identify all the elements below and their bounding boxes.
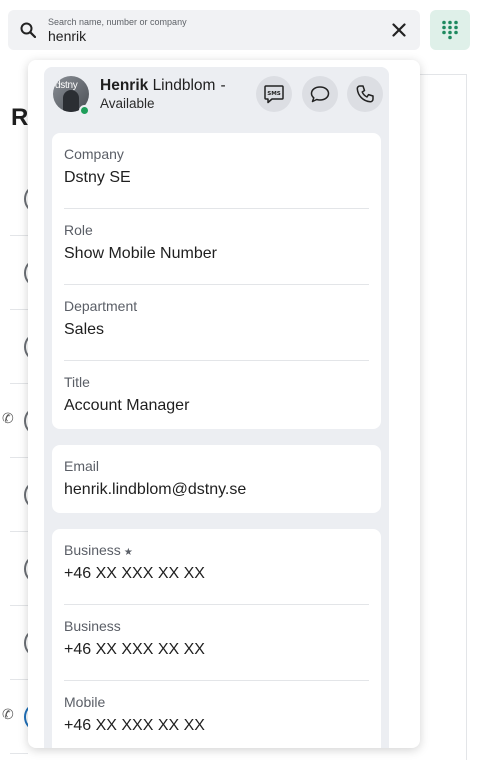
chat-button[interactable] (302, 76, 338, 112)
phones-section: Business ★ +46 XX XXX XX XX Business +46 … (52, 529, 381, 748)
list-item[interactable] (10, 606, 46, 680)
page-divider-vertical (466, 74, 467, 760)
list-item[interactable]: ✆ (2, 384, 46, 458)
sms-button[interactable]: SMS (256, 76, 292, 112)
email-label: Email (64, 458, 100, 474)
contact-status: Available (100, 96, 155, 111)
search-placeholder: Search name, number or company (48, 17, 187, 27)
phone-label: Business (64, 618, 121, 634)
list-item[interactable] (10, 236, 46, 310)
list-item[interactable]: ✆ (2, 680, 46, 754)
presence-indicator (79, 105, 90, 116)
title-label: Title (64, 374, 90, 390)
phone-label-text: Business (64, 542, 121, 558)
svg-text:SMS: SMS (267, 91, 281, 97)
phone-icon (356, 85, 374, 103)
search-bar[interactable]: Search name, number or company henrik (8, 10, 420, 50)
missed-call-icon: ✆ (2, 410, 14, 426)
email-field[interactable]: Email henrik.lindblom@dstny.se (52, 445, 381, 513)
search-input[interactable]: henrik (48, 28, 86, 44)
page-heading: R (11, 104, 29, 131)
department-value: Sales (64, 321, 105, 338)
phone-mobile[interactable]: Mobile +46 XX XXX XX XX (52, 681, 381, 748)
email-section: Email henrik.lindblom@dstny.se (52, 445, 381, 513)
contact-name-suffix: - (220, 77, 226, 94)
list-item[interactable] (10, 310, 46, 384)
role-value: Show Mobile Number (64, 245, 217, 262)
title-field: Title Account Manager (52, 361, 381, 437)
avatar-logo-text: dstny (55, 80, 78, 91)
sms-icon: SMS (264, 85, 284, 104)
list-item[interactable] (10, 532, 46, 606)
contact-name: Henrik Lindblom - (100, 77, 226, 95)
dialpad-icon (442, 20, 458, 40)
chat-bubble-icon (310, 86, 330, 103)
phone-business-primary[interactable]: Business ★ +46 XX XXX XX XX (52, 529, 381, 605)
close-icon[interactable] (388, 19, 410, 41)
missed-call-icon: ✆ (2, 706, 14, 722)
phone-number[interactable]: +46 XX XXX XX XX (64, 565, 205, 583)
contact-card[interactable]: dstny Henrik Lindblom - Available SMS Co… (44, 67, 389, 748)
email-value[interactable]: henrik.lindblom@dstny.se (64, 481, 246, 499)
call-button[interactable] (347, 76, 383, 112)
details-section: Company Dstny SE Role Show Mobile Number… (52, 133, 381, 429)
phone-label: Mobile (64, 694, 106, 710)
search-results-dropdown: dstny Henrik Lindblom - Available SMS Co… (28, 60, 420, 748)
search-icon (20, 22, 37, 39)
list-item[interactable] (10, 458, 46, 532)
phone-label: Business ★ (64, 542, 133, 558)
phone-number[interactable]: +46 XX XXX XX XX (64, 641, 205, 659)
title-value: Account Manager (64, 397, 190, 414)
dialpad-button[interactable] (430, 10, 470, 50)
phone-number[interactable]: +46 XX XXX XX XX (64, 717, 205, 735)
role-field: Role Show Mobile Number (52, 209, 381, 285)
phone-business[interactable]: Business +46 XX XXX XX XX (52, 605, 381, 681)
role-label: Role (64, 222, 93, 238)
avatar-person (63, 90, 79, 112)
star-icon: ★ (123, 547, 133, 558)
company-field: Company Dstny SE (52, 133, 381, 209)
department-field: Department Sales (52, 285, 381, 361)
contact-last-name: Lindblom (152, 77, 216, 94)
company-value: Dstny SE (64, 169, 131, 186)
list-item[interactable] (10, 162, 46, 236)
page-divider-horizontal (420, 74, 466, 75)
department-label: Department (64, 298, 138, 314)
company-label: Company (64, 146, 124, 162)
contact-first-name: Henrik (100, 77, 149, 94)
